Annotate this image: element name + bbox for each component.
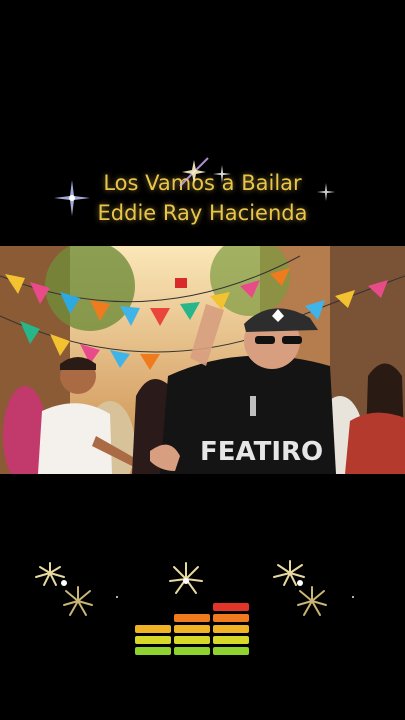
sparkle-icon bbox=[316, 182, 336, 202]
equalizer-segment bbox=[213, 647, 249, 655]
equalizer-segment bbox=[213, 614, 249, 622]
equalizer-segment bbox=[135, 636, 171, 644]
equalizer-segment bbox=[174, 647, 210, 655]
street-party-image: FEATIRO bbox=[0, 246, 405, 474]
firework-icon bbox=[28, 551, 100, 627]
firework-icon bbox=[264, 551, 336, 627]
equalizer-segment bbox=[213, 603, 249, 611]
equalizer-segment bbox=[174, 625, 210, 633]
sparkle-icon bbox=[172, 150, 216, 194]
equalizer-segment bbox=[135, 647, 171, 655]
equalizer-segment bbox=[213, 625, 249, 633]
spark-dot bbox=[116, 596, 118, 598]
shirt-print: FEATIRO bbox=[200, 437, 323, 467]
equalizer-segment bbox=[174, 614, 210, 622]
audio-visualizer bbox=[0, 545, 405, 665]
spark-dot bbox=[352, 596, 354, 598]
equalizer-segment bbox=[174, 636, 210, 644]
sparkle-icon bbox=[212, 164, 232, 184]
sparkle-icon bbox=[52, 178, 92, 218]
equalizer-bars bbox=[135, 588, 250, 658]
equalizer-segment bbox=[135, 625, 171, 633]
equalizer-segment bbox=[213, 636, 249, 644]
